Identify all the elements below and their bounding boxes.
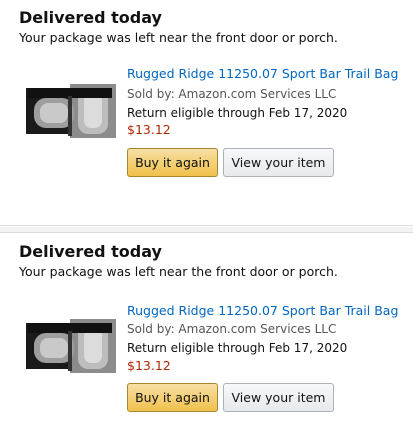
price-text: $13.12: [127, 122, 171, 137]
buy-it-again-button[interactable]: Buy it again: [127, 148, 218, 177]
delivery-status-title: Delivered today: [19, 8, 162, 27]
return-eligibility-text: Return eligible through Feb 17, 2020: [127, 106, 348, 120]
product-photo-icon: [24, 317, 116, 373]
view-your-item-button[interactable]: View your item: [223, 383, 334, 412]
product-title-link[interactable]: Rugged Ridge 11250.07 Sport Bar Trail Ba…: [127, 303, 398, 319]
buy-it-again-button[interactable]: Buy it again: [127, 383, 218, 412]
seller-text: Sold by: Amazon.com Services LLC: [127, 322, 337, 336]
product-thumbnail[interactable]: [24, 317, 116, 373]
order-card: Delivered today Your package was left ne…: [0, 0, 413, 226]
delivery-status-detail: Your package was left near the front doo…: [19, 30, 338, 45]
product-title-link[interactable]: Rugged Ridge 11250.07 Sport Bar Trail Ba…: [127, 66, 398, 82]
seller-text: Sold by: Amazon.com Services LLC: [127, 87, 337, 101]
return-eligibility-text: Return eligible through Feb 17, 2020: [127, 341, 348, 355]
view-your-item-button[interactable]: View your item: [223, 148, 334, 177]
product-photo-icon: [24, 82, 116, 138]
delivery-status-title: Delivered today: [19, 242, 162, 261]
delivery-status-detail: Your package was left near the front doo…: [19, 264, 338, 279]
price-text: $13.12: [127, 358, 171, 373]
product-thumbnail[interactable]: [24, 82, 116, 138]
order-card: Delivered today Your package was left ne…: [0, 232, 413, 442]
